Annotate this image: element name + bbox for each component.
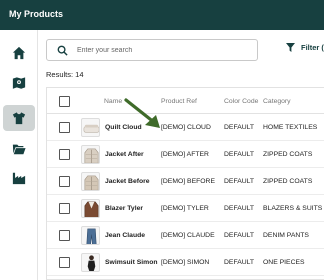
factory-icon [12,172,26,185]
category: ZIPPED COATS [263,178,313,185]
product-ref: [DEMO] BEFORE [161,178,216,185]
folder-icon [12,144,26,155]
product-name: Blazer Tyler [105,205,144,212]
header-product-ref[interactable]: Product Ref [161,98,197,105]
select-all-checkbox[interactable] [59,96,70,107]
filter-button[interactable]: Filter (0 [286,43,324,52]
sidebar-item-folders[interactable] [3,137,35,161]
product-thumbnail [81,253,100,272]
map-icon [12,77,26,89]
product-name: Jacket After [105,151,144,158]
color-code: DEFAULT [224,178,255,185]
table-row[interactable]: Blazer Tyler [DEMO] TYLER DEFAULT BLAZER… [47,195,324,222]
product-thumbnail [81,226,100,245]
row-checkbox[interactable] [59,149,70,160]
products-table: Name Product Ref Color Code Category Qui… [46,87,324,280]
color-code: DEFAULT [224,232,255,239]
search-box[interactable] [46,39,258,61]
table-row[interactable]: Swimsuit Simon [DEMO] SIMON DEFAULT ONE … [47,249,324,276]
product-ref: [DEMO] CLOUD [161,124,211,131]
color-code: DEFAULT [224,151,255,158]
search-icon [57,45,68,56]
row-checkbox[interactable] [59,257,70,268]
filter-label: Filter (0 [301,43,324,52]
sidebar-item-factory[interactable] [3,166,35,190]
product-thumbnail [81,172,100,191]
header-color-code[interactable]: Color Code [224,98,258,105]
category: DENIM PANTS [263,232,309,239]
row-checkbox[interactable] [59,230,70,241]
table-header: Name Product Ref Color Code Category [47,88,324,114]
category: BLAZERS & SUITS [263,205,323,212]
sidebar [0,30,38,280]
product-ref: [DEMO] TYLER [161,205,209,212]
shirt-icon [12,112,26,125]
annotation-arrow-icon [124,98,160,128]
header-name[interactable]: Name [104,98,122,105]
table-row[interactable]: Jean Claude [DEMO] CLAUDE DEFAULT DENIM … [47,222,324,249]
table-row[interactable]: Jacket After [DEMO] AFTER DEFAULT ZIPPED… [47,141,324,168]
product-name: Jean Claude [105,232,146,239]
sidebar-item-map[interactable] [3,71,35,95]
page-title: My Products [9,9,64,19]
color-code: DEFAULT [224,124,255,131]
product-ref: [DEMO] AFTER [161,151,209,158]
search-input[interactable] [77,43,252,58]
product-thumbnail [81,145,100,164]
top-bar: My Products [0,0,324,30]
product-name: Swimsuit Simon [105,259,158,266]
row-checkbox[interactable] [59,122,70,133]
color-code: DEFAULT [224,259,255,266]
product-thumbnail [81,199,100,218]
product-thumbnail [81,118,100,137]
main-content: Filter (0 Results: 14 Name Product Ref C… [38,30,324,280]
category: ZIPPED COATS [263,151,313,158]
product-name: Jacket Before [105,178,150,185]
sidebar-item-home[interactable] [3,41,35,65]
product-ref: [DEMO] CLAUDE [161,232,215,239]
row-checkbox[interactable] [59,176,70,187]
row-checkbox[interactable] [59,203,70,214]
product-ref: [DEMO] SIMON [161,259,210,266]
color-code: DEFAULT [224,205,255,212]
category: HOME TEXTILES [263,124,318,131]
table-row[interactable]: Jacket Before [DEMO] BEFORE DEFAULT ZIPP… [47,168,324,195]
header-category[interactable]: Category [263,98,291,105]
home-icon [12,46,26,60]
sidebar-item-products[interactable] [3,105,35,131]
filter-icon [286,43,295,52]
results-count: Results: 14 [46,70,84,79]
table-row[interactable]: Quilt Cloud [DEMO] CLOUD DEFAULT HOME TE… [47,114,324,141]
category: ONE PIECES [263,259,305,266]
